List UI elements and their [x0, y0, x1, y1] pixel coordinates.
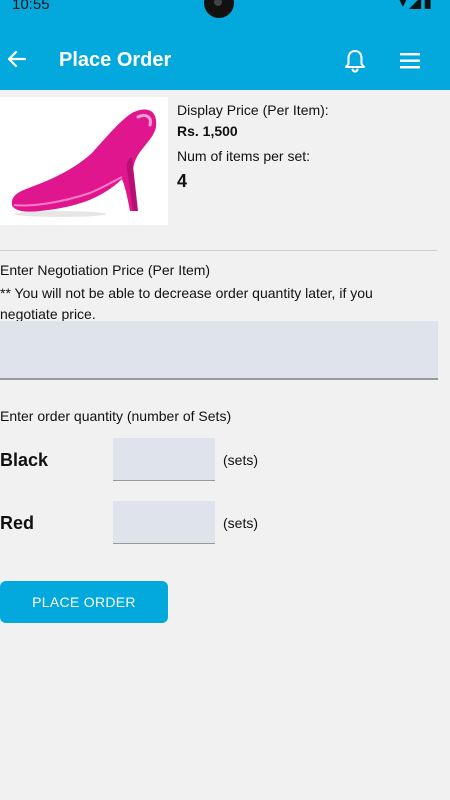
hamburger-menu-icon: [400, 53, 420, 69]
order-quantity-label: Enter order quantity (number of Sets): [0, 408, 232, 424]
app-bar: Place Order: [0, 32, 450, 90]
quantity-input-red[interactable]: [113, 501, 215, 544]
camera-cutout: [204, 0, 234, 18]
page-title: Place Order: [59, 49, 172, 71]
notifications-button[interactable]: [342, 48, 368, 74]
status-icons: ▾◢▮: [398, 0, 434, 11]
sets-unit-label: (sets): [223, 515, 258, 531]
items-per-set-label: Num of items per set:: [177, 148, 311, 164]
negotiation-note: ** You will not be able to decrease orde…: [0, 285, 373, 322]
items-per-set-value: 4: [177, 171, 188, 191]
quantity-input-black[interactable]: [113, 438, 215, 481]
display-price-value: Rs. 1,500: [177, 123, 238, 139]
color-label-red: Red: [0, 513, 35, 533]
status-time: 10:55: [12, 0, 50, 13]
color-label-black: Black: [0, 450, 49, 470]
back-button[interactable]: [2, 44, 32, 74]
divider: [0, 250, 437, 251]
display-price-label: Display Price (Per Item):: [177, 102, 329, 118]
bell-icon: [345, 50, 365, 73]
product-image: [0, 97, 168, 225]
sets-unit-label: (sets): [223, 452, 258, 468]
high-heel-shoe-icon: [11, 109, 157, 217]
negotiation-price-input[interactable]: [0, 321, 438, 380]
place-order-button[interactable]: PLACE ORDER: [0, 581, 168, 623]
menu-button[interactable]: [398, 50, 422, 72]
status-bar: 10:55 ▾◢▮: [0, 0, 450, 32]
arrow-left-icon: [7, 50, 27, 68]
negotiation-price-label: Enter Negotiation Price (Per Item): [0, 262, 211, 278]
